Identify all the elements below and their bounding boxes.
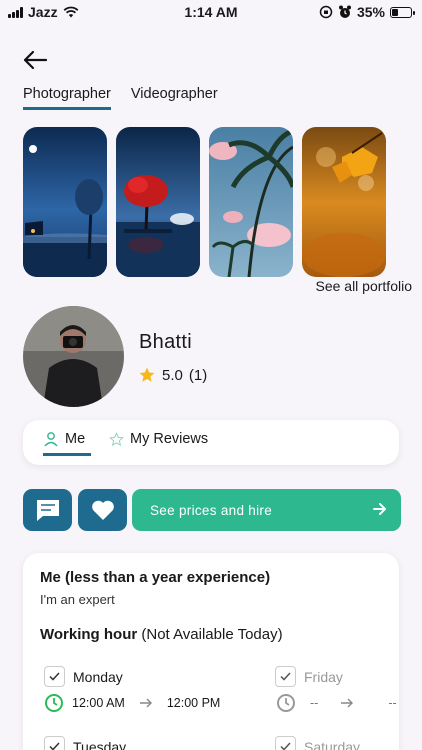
schedule-day-friday: Friday bbox=[275, 666, 343, 687]
rating-value: 5.0 bbox=[162, 366, 183, 384]
day-checkbox-monday[interactable] bbox=[44, 666, 65, 687]
about-card: Me (less than a year experience) I'm an … bbox=[23, 553, 399, 750]
tab-me-label: Me bbox=[65, 431, 86, 447]
rating-count: (1) bbox=[188, 366, 208, 384]
schedule-time-monday: 12:00 AM 12:00 PM bbox=[44, 693, 220, 713]
clock-icon bbox=[45, 694, 63, 712]
tab-my-reviews[interactable]: My Reviews bbox=[109, 431, 208, 447]
arrow-right-icon bbox=[341, 698, 354, 708]
tab-videographer[interactable]: Videographer bbox=[131, 86, 218, 110]
star-outline-icon bbox=[109, 431, 124, 446]
schedule-day-monday: Monday bbox=[44, 666, 123, 687]
user-icon bbox=[44, 432, 58, 447]
status-right: 35% bbox=[319, 4, 415, 20]
time-to: 12:00 PM bbox=[166, 696, 221, 710]
heart-icon bbox=[91, 500, 114, 520]
time-to: -- bbox=[388, 696, 397, 710]
schedule-time-friday: -- -- bbox=[276, 693, 397, 713]
portfolio-image-autumn-leaves[interactable] bbox=[302, 127, 386, 277]
tab-my-reviews-label: My Reviews bbox=[130, 431, 209, 447]
day-label: Monday bbox=[73, 668, 123, 685]
back-button[interactable] bbox=[22, 48, 48, 72]
availability-status: (Not Available Today) bbox=[141, 626, 283, 643]
day-checkbox-saturday[interactable] bbox=[275, 736, 296, 750]
check-icon bbox=[49, 742, 60, 750]
orientation-lock-icon bbox=[319, 5, 333, 19]
day-checkbox-friday[interactable] bbox=[275, 666, 296, 687]
battery-percent: 35% bbox=[356, 4, 385, 20]
favorite-button[interactable] bbox=[78, 489, 127, 531]
check-icon bbox=[280, 672, 291, 681]
hire-button-label: See prices and hire bbox=[150, 502, 273, 518]
arrow-right-icon bbox=[139, 698, 152, 708]
portfolio-image-red-tree[interactable] bbox=[116, 127, 200, 277]
working-hour-label: Working hour bbox=[40, 626, 138, 643]
experience-title: Me (less than a year experience) bbox=[40, 569, 271, 586]
role-tabs: Photographer Videographer bbox=[23, 86, 218, 110]
battery-icon bbox=[390, 6, 415, 18]
portfolio-image-night-lake[interactable] bbox=[23, 127, 107, 277]
time-from: 12:00 AM bbox=[72, 696, 125, 710]
day-label: Saturday bbox=[304, 738, 361, 750]
portfolio-image-palm-sky[interactable] bbox=[209, 127, 293, 277]
star-icon bbox=[139, 367, 155, 382]
tab-me[interactable]: Me bbox=[43, 431, 91, 456]
schedule-day-tuesday: Tuesday bbox=[44, 736, 126, 750]
see-prices-and-hire-button[interactable]: See prices and hire bbox=[132, 489, 401, 531]
avatar bbox=[23, 306, 124, 407]
message-button[interactable] bbox=[23, 489, 72, 531]
arrow-left-icon bbox=[23, 50, 48, 70]
working-hour-heading: Working hour (Not Available Today) bbox=[40, 626, 283, 643]
schedule-day-saturday: Saturday bbox=[275, 736, 360, 750]
day-label: Friday bbox=[304, 668, 343, 685]
arrow-right-icon bbox=[373, 503, 386, 515]
see-all-portfolio-link[interactable]: See all portfolio bbox=[315, 278, 412, 294]
clock-icon bbox=[277, 694, 295, 712]
check-icon bbox=[49, 672, 60, 681]
battery-fill bbox=[392, 8, 399, 16]
check-icon bbox=[280, 742, 291, 750]
alarm-icon bbox=[338, 5, 351, 18]
portfolio-strip bbox=[23, 127, 386, 277]
tab-photographer[interactable]: Photographer bbox=[23, 86, 111, 110]
status-bar: Jazz 1:14 AM 35% bbox=[0, 0, 422, 24]
day-checkbox-tuesday[interactable] bbox=[44, 736, 65, 750]
time-from: -- bbox=[310, 696, 319, 710]
profile-section-tabs: Me My Reviews bbox=[23, 420, 399, 465]
chat-icon bbox=[36, 500, 59, 521]
profile-rating: 5.0 (1) bbox=[138, 366, 207, 384]
day-label: Tuesday bbox=[73, 738, 127, 750]
profile-name: Bhatti bbox=[139, 331, 192, 353]
experience-subtitle: I'm an expert bbox=[40, 592, 115, 607]
